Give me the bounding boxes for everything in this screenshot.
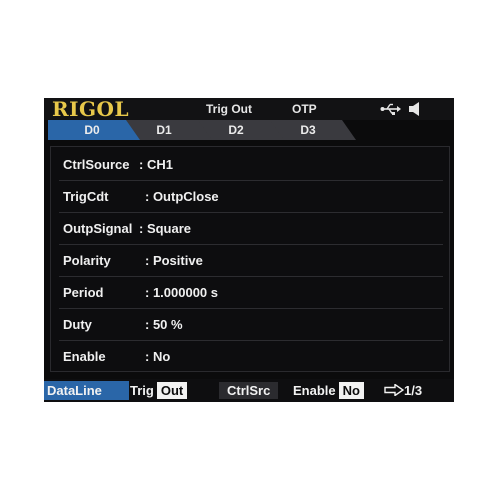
softkey-trig-label: Trig <box>130 383 154 398</box>
softkey-dataline-label: DataLine <box>47 383 102 398</box>
param-row-trigcdt: TrigCdt : OutpClose <box>59 181 443 213</box>
channel-tabs: D0 D1 D2 D3 <box>44 120 454 140</box>
softkey-next-page[interactable]: 1/3 <box>384 381 422 400</box>
otp-status: OTP <box>292 102 317 116</box>
param-value: : Positive <box>145 253 203 268</box>
tab-d3[interactable]: D3 <box>288 123 328 137</box>
tab-d1[interactable]: D1 <box>144 123 184 137</box>
tab-d2[interactable]: D2 <box>216 123 256 137</box>
speaker-icon <box>409 102 419 116</box>
param-label: Period <box>63 285 104 300</box>
softkey-trig[interactable]: Trig Out <box>130 381 188 400</box>
softkey-dataline[interactable]: DataLine <box>44 381 129 400</box>
arrow-right-icon <box>384 383 405 397</box>
param-value: : No <box>145 349 171 364</box>
softkey-trig-value: Out <box>156 382 188 399</box>
softkey-ctrlsrc-label: CtrlSrc <box>219 382 279 399</box>
param-label: Polarity <box>63 253 111 268</box>
softkey-ctrlsrc[interactable]: CtrlSrc <box>216 381 279 400</box>
param-value: : OutpClose <box>145 189 219 204</box>
param-row-polarity: Polarity : Positive <box>59 245 443 277</box>
softkey-enable-label: Enable <box>293 383 336 398</box>
usb-icon <box>380 103 401 115</box>
param-label: Duty <box>63 317 92 332</box>
param-row-enable: Enable : No <box>59 341 443 372</box>
tab-d0[interactable]: D0 <box>72 123 112 137</box>
param-value: : 50 % <box>145 317 183 332</box>
param-row-duty: Duty : 50 % <box>59 309 443 341</box>
param-label: Enable <box>63 349 106 364</box>
softkey-enable-value: No <box>338 382 364 399</box>
param-value: : CH1 <box>139 157 173 172</box>
status-bar: RIGOL Trig Out OTP <box>44 98 454 120</box>
mode-title: Trig Out <box>206 102 252 116</box>
softkey-enable[interactable]: Enable No <box>293 381 364 400</box>
param-label: OutpSignal <box>63 221 133 236</box>
parameter-panel: CtrlSource : CH1 TrigCdt : OutpClose Out… <box>50 146 450 372</box>
param-value: : 1.000000 s <box>145 285 219 300</box>
softkey-bar: DataLine Trig Out CtrlSrc Enable No 1/3 <box>44 379 454 402</box>
param-row-ctrlsource: CtrlSource : CH1 <box>59 149 443 181</box>
param-row-outpsignal: OutpSignal : Square <box>59 213 443 245</box>
page-indicator: 1/3 <box>404 383 423 398</box>
param-label: CtrlSource <box>63 157 130 172</box>
param-label: TrigCdt <box>63 189 109 204</box>
param-row-period: Period : 1.000000 s <box>59 277 443 309</box>
brand-logo: RIGOL <box>52 98 130 121</box>
param-value: : Square <box>139 221 192 236</box>
instrument-screen: RIGOL Trig Out OTP D0 D1 D2 D3 CtrlSourc… <box>44 98 454 402</box>
